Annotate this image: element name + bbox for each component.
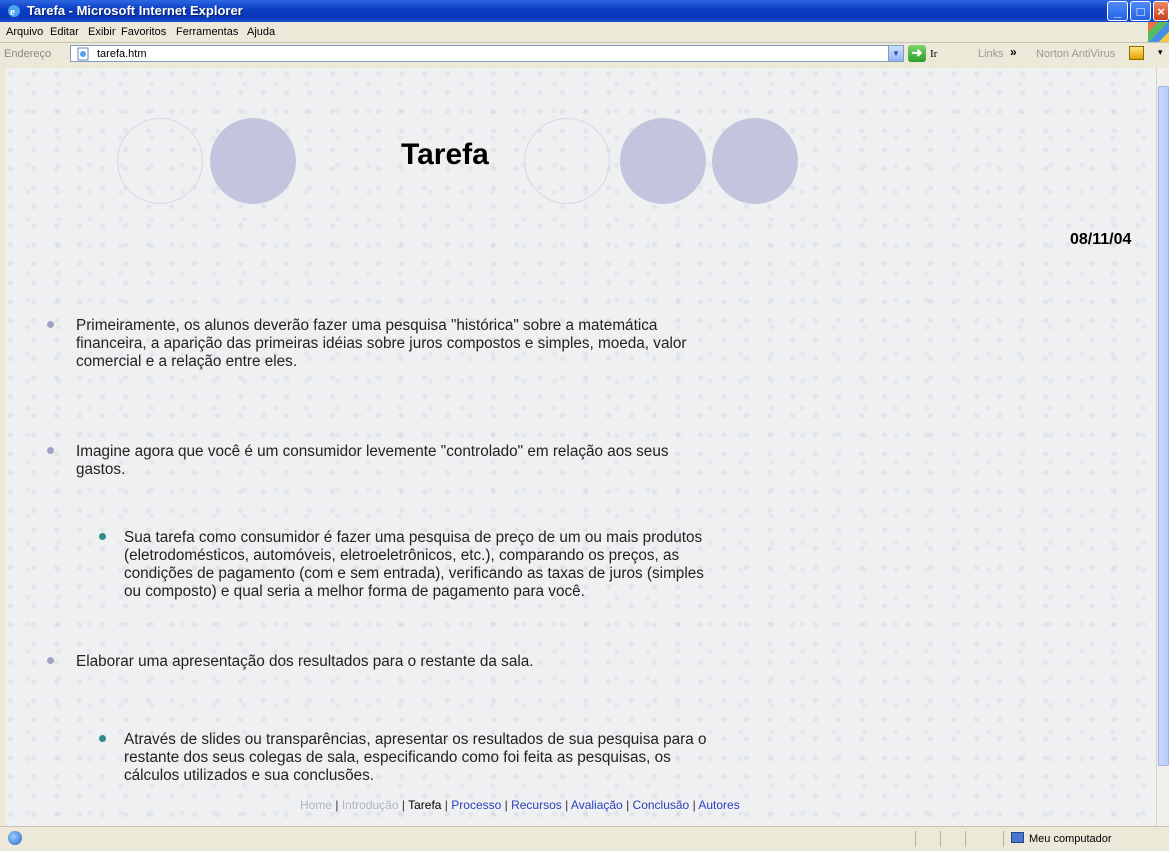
page-title: Tarefa [401, 138, 489, 171]
address-bar: Endereço tarefa.htm ▼ ➜ Ir Links » Norto… [0, 43, 1169, 65]
page-date: 08/11/04 [1070, 231, 1132, 248]
address-dropdown-icon[interactable]: ▼ [888, 45, 904, 62]
nav-tarefa-current: Tarefa [408, 798, 442, 812]
status-divider [915, 831, 916, 847]
status-divider [965, 831, 966, 847]
paragraph-history: Primeiramente, os alunos deverão fazer u… [76, 317, 687, 370]
nav-autores-link[interactable]: Autores [698, 798, 739, 812]
menu-ajuda[interactable]: Ajuda [247, 26, 275, 38]
bullet-icon [47, 321, 54, 328]
menu-bar: Arquivo Editar Exibir Favoritos Ferramen… [0, 22, 1169, 43]
paragraph-consumer: Imagine agora que você é um consumidor l… [76, 443, 669, 478]
nav-introducao-link[interactable]: Introdução [342, 798, 399, 812]
paragraph-slides: Através de slides ou transparências, apr… [124, 731, 707, 784]
sub-bullet-icon [99, 735, 106, 742]
security-zone: Meu computador [1029, 833, 1112, 845]
norton-dropdown-icon[interactable]: ▾ [1158, 47, 1163, 58]
decorative-circle [210, 118, 296, 204]
window-title: Tarefa - Microsoft Internet Explorer [27, 3, 243, 18]
sub-bullet-icon [99, 533, 106, 540]
norton-antivirus-icon[interactable] [1129, 46, 1144, 60]
address-label: Endereço [4, 48, 52, 60]
decorative-circle [117, 118, 203, 204]
windows-logo-icon [1148, 22, 1169, 42]
title-bar: e Tarefa - Microsoft Internet Explorer _… [0, 0, 1169, 22]
minimize-button[interactable]: _ [1107, 1, 1128, 21]
decorative-circle [524, 118, 610, 204]
decorative-circle [620, 118, 706, 204]
maximize-button[interactable]: □ [1130, 1, 1151, 21]
paragraph-task: Sua tarefa como consumidor é fazer uma p… [124, 529, 704, 600]
status-bar: Meu computador [0, 826, 1169, 851]
bullet-icon [47, 657, 54, 664]
menu-ferramentas[interactable]: Ferramentas [176, 26, 238, 38]
go-button[interactable]: Ir [930, 48, 937, 60]
page-navigation: Home | Introdução | Tarefa | Processo | … [300, 798, 740, 812]
links-label[interactable]: Links [978, 48, 1004, 60]
nav-recursos-link[interactable]: Recursos [511, 798, 562, 812]
computer-icon [1011, 832, 1024, 843]
nav-avaliacao-link[interactable]: Avaliação [571, 798, 623, 812]
close-button[interactable]: × [1153, 1, 1169, 21]
norton-antivirus-label[interactable]: Norton AntiVirus [1036, 48, 1115, 60]
menu-arquivo[interactable]: Arquivo [6, 26, 43, 38]
decorative-circle [712, 118, 798, 204]
menu-editar[interactable]: Editar [50, 26, 79, 38]
paragraph-presentation: Elaborar uma apresentação dos resultados… [76, 653, 534, 670]
svg-text:e: e [10, 6, 15, 18]
ie-icon: e [8, 5, 20, 18]
menu-exibir[interactable]: Exibir [88, 26, 116, 38]
bullet-icon [47, 447, 54, 454]
nav-home-link[interactable]: Home [300, 798, 332, 812]
nav-conclusao-link[interactable]: Conclusão [633, 798, 690, 812]
nav-processo-link[interactable]: Processo [451, 798, 501, 812]
status-divider [940, 831, 941, 847]
status-divider [1003, 831, 1004, 847]
vertical-scrollbar[interactable] [1156, 68, 1169, 826]
menu-favoritos[interactable]: Favoritos [121, 26, 166, 38]
page-content: Tarefa 08/11/04 Primeiramente, os alunos… [6, 68, 1156, 826]
links-chevron-icon[interactable]: » [1010, 45, 1017, 59]
address-input[interactable]: tarefa.htm [70, 45, 890, 62]
page-icon [77, 47, 89, 61]
scroll-thumb[interactable] [1158, 86, 1169, 766]
page-status-icon [8, 831, 22, 845]
address-url: tarefa.htm [97, 48, 147, 60]
go-arrow-icon[interactable]: ➜ [908, 45, 926, 62]
